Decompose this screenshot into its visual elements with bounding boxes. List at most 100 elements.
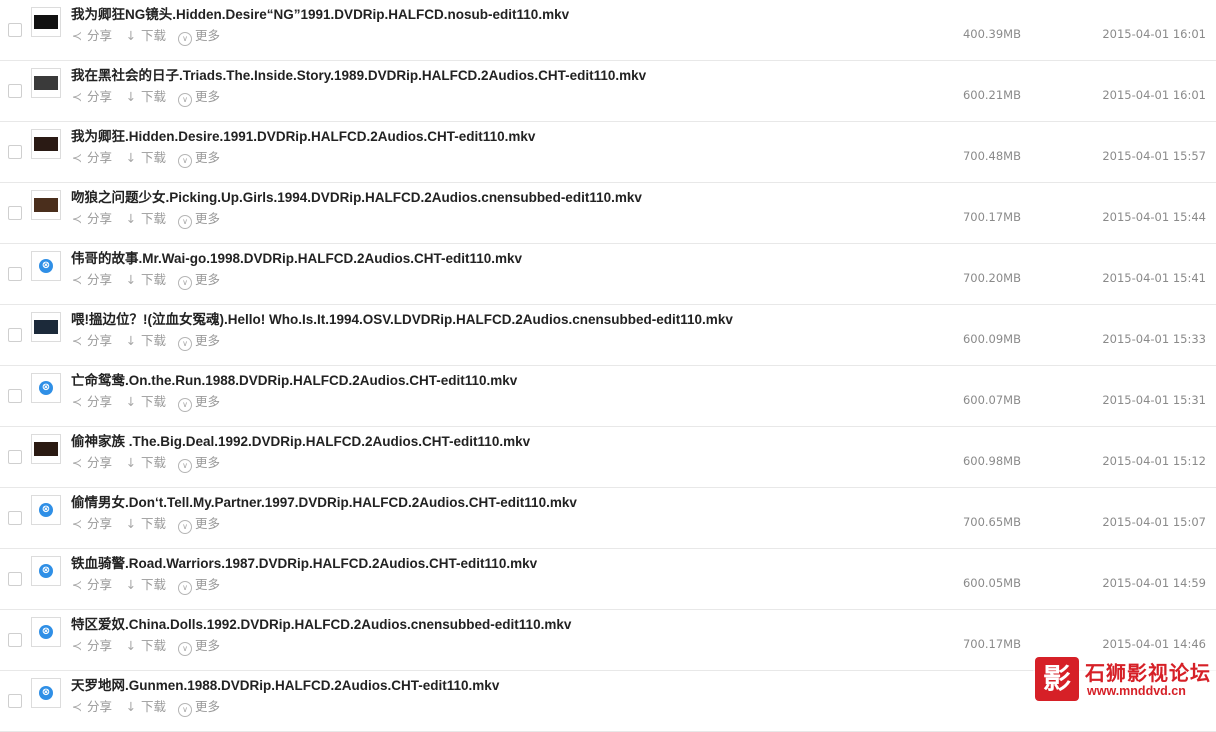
video-file-icon[interactable]: ⊗ (31, 251, 61, 281)
file-name-link[interactable]: 我为卿狂.Hidden.Desire.1991.DVDRip.HALFCD.2A… (71, 125, 931, 145)
share-button[interactable]: ≺ 分享 (70, 330, 112, 349)
download-arrow-icon: ↓ (125, 577, 137, 592)
video-file-icon[interactable]: ⊗ (31, 556, 61, 586)
row-checkbox[interactable] (8, 389, 22, 403)
download-button[interactable]: ↓ 下载 (124, 208, 166, 227)
row-checkbox[interactable] (8, 694, 22, 708)
share-button[interactable]: ≺ 分享 (70, 696, 112, 715)
file-thumbnail[interactable] (31, 68, 61, 98)
row-checkbox[interactable] (8, 572, 22, 586)
more-button[interactable]: ∨ 更多 (178, 452, 220, 473)
file-name-link[interactable]: 特区爱奴.China.Dolls.1992.DVDRip.HALFCD.2Aud… (71, 613, 931, 633)
download-button[interactable]: ↓ 下载 (124, 330, 166, 349)
more-button[interactable]: ∨ 更多 (178, 269, 220, 290)
file-row[interactable]: ⊗ 亡命鸳鸯.On.the.Run.1988.DVDRip.HALFCD.2Aud… (0, 366, 1216, 427)
row-checkbox[interactable] (8, 511, 22, 525)
watermark-title: 石狮影视论坛 (1085, 661, 1211, 685)
download-button[interactable]: ↓ 下载 (124, 635, 166, 654)
row-checkbox[interactable] (8, 633, 22, 647)
file-name-link[interactable]: 喂!搵边位？!(泣血女冤魂).Hello! Who.Is.It.1994.OSV… (71, 308, 931, 328)
download-button[interactable]: ↓ 下载 (124, 452, 166, 471)
file-name-link[interactable]: 偷情男女.Don‘t.Tell.My.Partner.1997.DVDRip.H… (71, 491, 931, 511)
file-name-link[interactable]: 亡命鸳鸯.On.the.Run.1988.DVDRip.HALFCD.2Audi… (71, 369, 931, 389)
file-name-link[interactable]: 偷神家族 .The.Big.Deal.1992.DVDRip.HALFCD.2A… (71, 430, 931, 450)
file-thumbnail[interactable] (31, 190, 61, 220)
download-arrow-icon: ↓ (125, 150, 137, 165)
video-file-icon[interactable]: ⊗ (31, 495, 61, 525)
file-thumbnail[interactable] (31, 434, 61, 464)
row-checkbox[interactable] (8, 23, 22, 37)
download-arrow-icon: ↓ (125, 89, 137, 104)
video-file-icon[interactable]: ⊗ (31, 617, 61, 647)
more-button[interactable]: ∨ 更多 (178, 513, 220, 534)
share-button[interactable]: ≺ 分享 (70, 635, 112, 654)
file-row[interactable]: 偷神家族 .The.Big.Deal.1992.DVDRip.HALFCD.2A… (0, 427, 1216, 488)
row-checkbox[interactable] (8, 328, 22, 342)
more-button[interactable]: ∨ 更多 (178, 25, 220, 46)
video-file-icon[interactable]: ⊗ (31, 678, 61, 708)
file-name-link[interactable]: 伟哥的故事.Mr.Wai-go.1998.DVDRip.HALFCD.2Audi… (71, 247, 931, 267)
row-checkbox[interactable] (8, 206, 22, 220)
file-thumbnail[interactable] (31, 7, 61, 37)
file-thumbnail[interactable] (31, 312, 61, 342)
file-actions: ≺ 分享 ↓ 下载 ∨ 更多 (70, 86, 232, 107)
file-row[interactable]: 我为卿狂.Hidden.Desire.1991.DVDRip.HALFCD.2A… (0, 122, 1216, 183)
file-row[interactable]: 我在黑社会的日子.Triads.The.Inside.Story.1989.DV… (0, 61, 1216, 122)
row-checkbox[interactable] (8, 450, 22, 464)
download-button[interactable]: ↓ 下载 (124, 574, 166, 593)
download-button[interactable]: ↓ 下载 (124, 696, 166, 715)
download-button-label: 下载 (141, 333, 167, 348)
share-icon: ≺ (71, 699, 83, 714)
share-button[interactable]: ≺ 分享 (70, 25, 112, 44)
download-arrow-icon: ↓ (125, 516, 137, 531)
file-name-link[interactable]: 铁血骑警.Road.Warriors.1987.DVDRip.HALFCD.2A… (71, 552, 931, 572)
file-thumbnail[interactable] (31, 129, 61, 159)
more-button[interactable]: ∨ 更多 (178, 86, 220, 107)
file-actions: ≺ 分享 ↓ 下载 ∨ 更多 (70, 25, 232, 46)
file-row[interactable]: ⊗ 铁血骑警.Road.Warriors.1987.DVDRip.HALFCD.2… (0, 549, 1216, 610)
row-checkbox[interactable] (8, 84, 22, 98)
download-button-label: 下载 (141, 150, 167, 165)
share-button[interactable]: ≺ 分享 (70, 452, 112, 471)
more-button[interactable]: ∨ 更多 (178, 635, 220, 656)
more-button[interactable]: ∨ 更多 (178, 696, 220, 717)
more-button[interactable]: ∨ 更多 (178, 391, 220, 412)
download-button[interactable]: ↓ 下载 (124, 391, 166, 410)
share-button[interactable]: ≺ 分享 (70, 147, 112, 166)
file-row[interactable]: ⊗ 偷情男女.Don‘t.Tell.My.Partner.1997.DVDRip.… (0, 488, 1216, 549)
download-button[interactable]: ↓ 下载 (124, 86, 166, 105)
share-button[interactable]: ≺ 分享 (70, 269, 112, 288)
download-button[interactable]: ↓ 下载 (124, 147, 166, 166)
file-name-link[interactable]: 吻狼之问题少女.Picking.Up.Girls.1994.DVDRip.HAL… (71, 186, 931, 206)
file-size: 600.98MB (962, 454, 1021, 468)
share-button[interactable]: ≺ 分享 (70, 574, 112, 593)
file-modified-date: 2015-04-01 16:01 (1102, 27, 1206, 41)
file-size: 600.21MB (962, 88, 1021, 102)
share-button[interactable]: ≺ 分享 (70, 391, 112, 410)
more-button[interactable]: ∨ 更多 (178, 330, 220, 351)
download-button[interactable]: ↓ 下载 (124, 25, 166, 44)
file-size: 400.39MB (962, 27, 1021, 41)
download-button[interactable]: ↓ 下载 (124, 513, 166, 532)
file-row[interactable]: ⊗ 伟哥的故事.Mr.Wai-go.1998.DVDRip.HALFCD.2Aud… (0, 244, 1216, 305)
share-button[interactable]: ≺ 分享 (70, 86, 112, 105)
share-button[interactable]: ≺ 分享 (70, 513, 112, 532)
video-file-icon[interactable]: ⊗ (31, 373, 61, 403)
share-button[interactable]: ≺ 分享 (70, 208, 112, 227)
more-button-label: 更多 (195, 394, 221, 409)
file-row[interactable]: 我为卿狂NG镜头.Hidden.Desire“NG”1991.DVDRip.HA… (0, 0, 1216, 61)
share-icon: ≺ (71, 150, 83, 165)
file-name-link[interactable]: 天罗地网.Gunmen.1988.DVDRip.HALFCD.2Audios.C… (71, 674, 931, 694)
row-checkbox[interactable] (8, 267, 22, 281)
download-button-label: 下载 (141, 211, 167, 226)
file-name-link[interactable]: 我为卿狂NG镜头.Hidden.Desire“NG”1991.DVDRip.HA… (71, 3, 931, 23)
file-row[interactable]: 喂!搵边位？!(泣血女冤魂).Hello! Who.Is.It.1994.OSV… (0, 305, 1216, 366)
row-checkbox[interactable] (8, 145, 22, 159)
file-modified-date: 2015-04-01 15:31 (1102, 393, 1206, 407)
more-button[interactable]: ∨ 更多 (178, 147, 220, 168)
file-name-link[interactable]: 我在黑社会的日子.Triads.The.Inside.Story.1989.DV… (71, 64, 931, 84)
more-button[interactable]: ∨ 更多 (178, 574, 220, 595)
more-button[interactable]: ∨ 更多 (178, 208, 220, 229)
download-button[interactable]: ↓ 下载 (124, 269, 166, 288)
file-row[interactable]: 吻狼之问题少女.Picking.Up.Girls.1994.DVDRip.HAL… (0, 183, 1216, 244)
